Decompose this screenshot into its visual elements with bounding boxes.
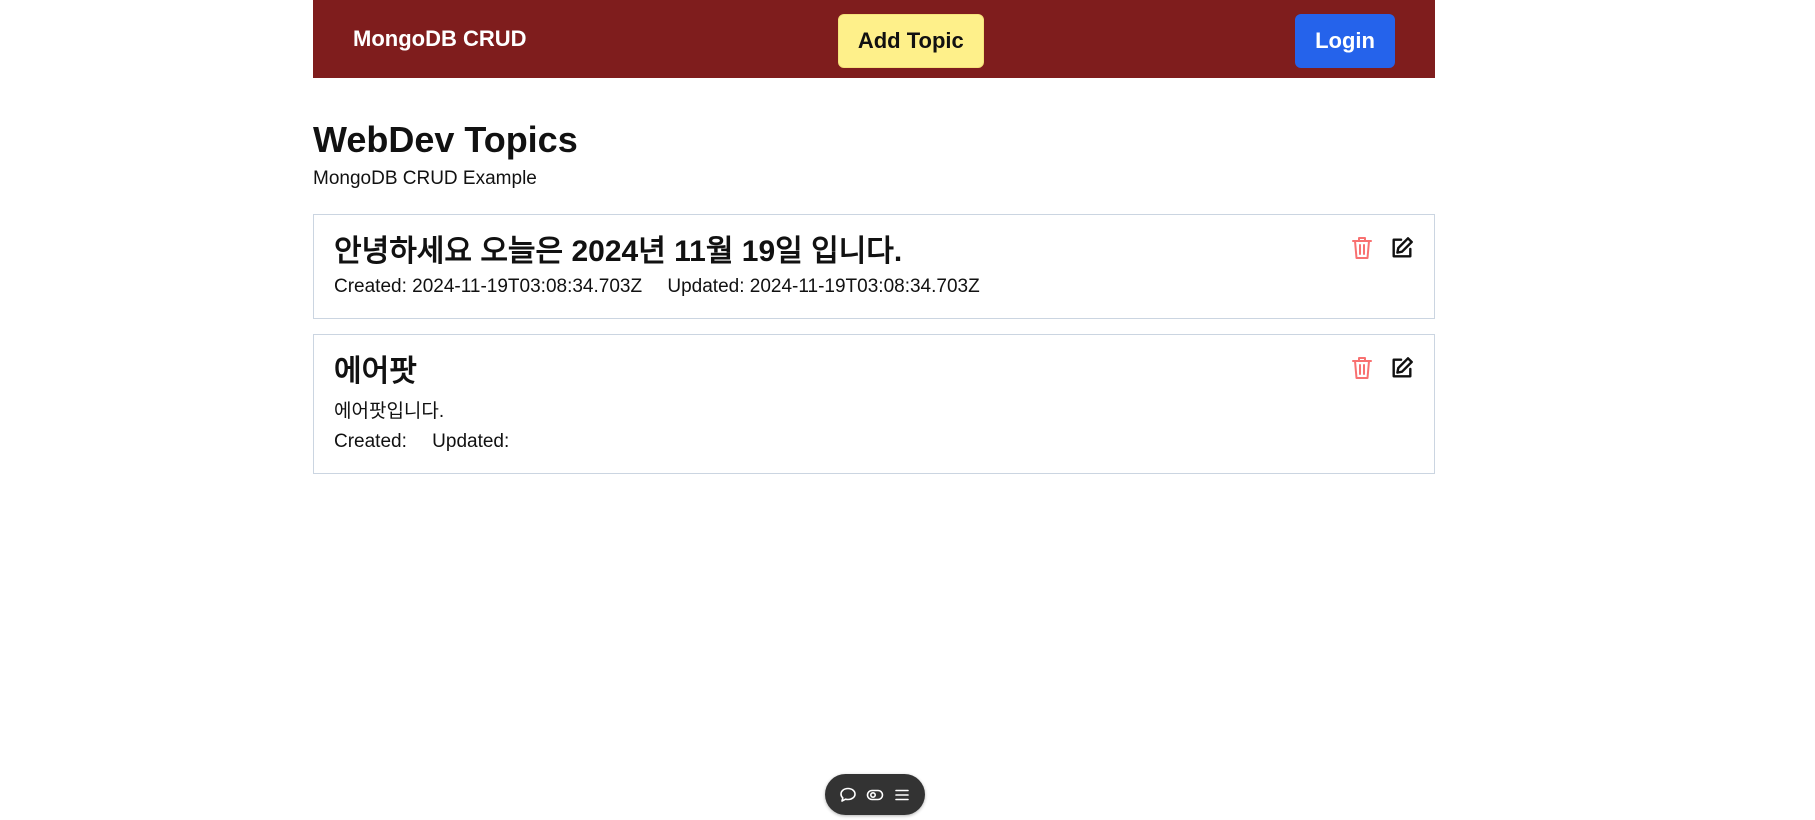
comment-icon [840,787,856,802]
toggle-icon [866,789,884,800]
topic-card: 안녕하세요 오늘은 2024년 11월 19일 입니다. Created: 20… [313,214,1435,320]
page-title: WebDev Topics [313,119,578,160]
edit-icon [1392,357,1413,378]
edit-button[interactable] [1390,235,1414,261]
topic-list: 안녕하세요 오늘은 2024년 11월 19일 입니다. Created: 20… [313,214,1435,475]
delete-button[interactable] [1350,355,1374,381]
topic-updated: Updated: 2024-11-19T03:08:34.703Z [667,276,980,298]
topic-actions [1350,355,1414,381]
add-topic-button[interactable]: Add Topic [837,14,984,68]
topic-actions [1350,235,1414,261]
trash-icon [1352,237,1372,260]
topic-title: 안녕하세요 오늘은 2024년 11월 19일 입니다. [334,235,903,269]
topic-created: Created: 2024-11-19T03:08:34.703Z [334,276,643,298]
topic-card: 에어팟 에어팟입니다. Created: Updated: [313,334,1435,475]
topic-body: 안녕하세요 오늘은 2024년 11월 19일 입니다. Created: 20… [334,235,980,298]
page-subtitle: MongoDB CRUD Example [313,167,537,189]
brand-link[interactable]: MongoDB CRUD [353,26,527,52]
menu-icon [895,789,909,800]
topic-dates: Created: Updated: [334,431,509,453]
trash-icon [1352,357,1372,380]
login-button[interactable]: Login [1295,14,1395,68]
comment-button[interactable] [836,783,860,807]
navbar: MongoDB CRUD Add Topic Login [313,0,1435,78]
topic-title: 에어팟 [334,355,417,389]
app-container: MongoDB CRUD Add Topic Login WebDev Topi… [313,0,1435,489]
topic-description: 에어팟입니다. [334,401,445,423]
floating-toolbar [825,774,925,815]
menu-button[interactable] [890,783,914,807]
topic-updated: Updated: [432,431,510,453]
topic-dates: Created: 2024-11-19T03:08:34.703Z Update… [334,276,980,298]
edit-button[interactable] [1390,355,1414,381]
topic-body: 에어팟 에어팟입니다. Created: Updated: [334,355,509,453]
delete-button[interactable] [1350,235,1374,261]
edit-icon [1392,237,1413,258]
toggle-button[interactable] [863,783,887,807]
topic-created: Created: [334,431,407,453]
